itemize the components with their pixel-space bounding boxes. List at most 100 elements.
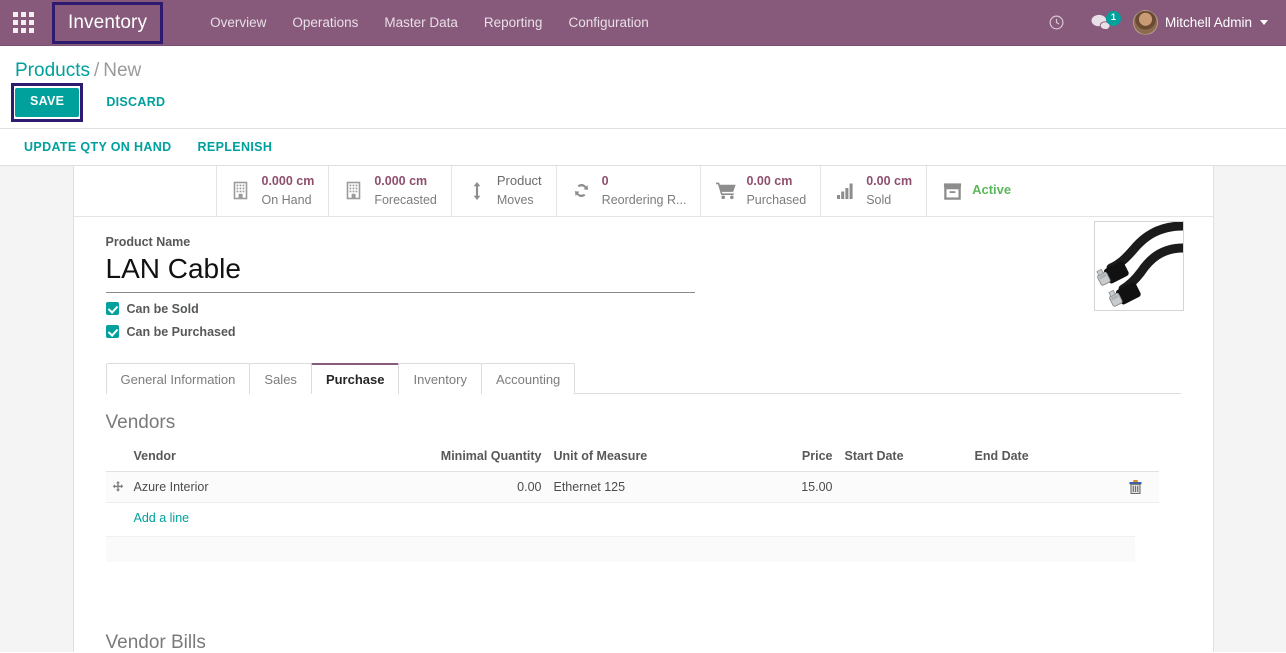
drag-handle-icon[interactable]	[112, 480, 128, 493]
breadcrumb-products-link[interactable]: Products	[15, 60, 90, 81]
stat-label-purchased: Purchased	[746, 192, 807, 207]
breadcrumb-current-record: New	[103, 60, 142, 81]
activity-menu-button[interactable]	[1035, 0, 1078, 46]
header-start-date[interactable]: Start Date	[838, 445, 969, 472]
menu-item-master-data[interactable]: Master Data	[371, 0, 471, 45]
stat-button-forecasted[interactable]: 0.000 cm Forecasted	[329, 165, 452, 216]
discard-button[interactable]: DISCARD	[95, 88, 176, 117]
stat-button-purchased[interactable]: 0.00 cm Purchased	[701, 165, 822, 216]
stat-value-on-hand: 0.000 cm	[261, 174, 315, 189]
header-price[interactable]: Price	[772, 445, 839, 472]
breadcrumb-separator: /	[93, 60, 100, 81]
archive-box-icon	[941, 182, 963, 200]
stat-value-active: Active	[972, 182, 1012, 198]
header-actions	[1128, 445, 1159, 472]
save-button-wrapper: SAVE	[11, 82, 84, 122]
stat-value-forecasted: 0.000 cm	[374, 174, 428, 189]
product-name-label: Product Name	[105, 234, 191, 249]
product-image[interactable]	[1093, 220, 1184, 311]
stat-button-reordering-rules[interactable]: 0 Reordering R...	[557, 165, 702, 216]
stat-spacer	[74, 165, 217, 216]
messages-count-badge: 1	[1105, 10, 1121, 26]
form-fields-area: Product Name Can be Sold Can be Purchase…	[74, 217, 1213, 652]
app-brand-wrapper: Inventory	[52, 1, 164, 44]
vendor-table-footer	[105, 535, 1135, 562]
tab-sales[interactable]: Sales	[249, 362, 312, 394]
user-menu-button[interactable]: Mitchell Admin	[1125, 0, 1274, 46]
vendor-pricelist-table: Vendor Minimal Quantity Unit of Measure …	[105, 445, 1159, 503]
stat-label-reordering-rules: Reordering R...	[601, 192, 687, 207]
tab-inventory[interactable]: Inventory	[398, 362, 482, 394]
apps-grid-icon	[12, 12, 34, 33]
cell-price[interactable]: 15.00	[772, 471, 839, 503]
header-unit-of-measure[interactable]: Unit of Measure	[547, 445, 773, 472]
stat-value-purchased: 0.00 cm	[746, 174, 793, 189]
checkbox-row-can-be-sold[interactable]: Can be Sold	[105, 302, 1181, 316]
stat-label-product-moves: Moves	[496, 192, 534, 207]
stat-button-sold[interactable]: 0.00 cm Sold	[821, 165, 928, 216]
building-icon	[231, 181, 253, 200]
add-a-line-button[interactable]: Add a line	[106, 503, 190, 525]
stat-button-active-archive[interactable]: Active	[927, 166, 1025, 216]
messaging-menu-button[interactable]: 1	[1078, 0, 1125, 46]
menu-item-configuration[interactable]: Configuration	[555, 0, 661, 45]
cell-end-date[interactable]	[968, 471, 1129, 503]
menu-item-overview[interactable]: Overview	[197, 0, 279, 45]
product-name-input[interactable]	[105, 250, 695, 293]
stat-value-sold: 0.00 cm	[866, 174, 913, 189]
table-row[interactable]: Azure Interior 0.00 Ethernet 125 15.00	[105, 471, 1159, 503]
building-icon	[343, 181, 365, 200]
header-handle	[105, 445, 128, 472]
vendor-table-body: Azure Interior 0.00 Ethernet 125 15.00	[105, 471, 1159, 503]
stat-button-product-moves[interactable]: Product Moves	[452, 165, 557, 216]
can-be-sold-checkbox[interactable]	[105, 302, 119, 316]
main-menu: Overview Operations Master Data Reportin…	[197, 0, 662, 45]
avatar	[1132, 10, 1158, 35]
header-minimal-quantity[interactable]: Minimal Quantity	[427, 445, 548, 472]
menu-item-operations[interactable]: Operations	[279, 0, 371, 45]
trash-icon[interactable]	[1129, 479, 1159, 494]
header-vendor[interactable]: Vendor	[127, 445, 428, 472]
can-be-purchased-checkbox[interactable]	[105, 325, 119, 339]
cell-start-date[interactable]	[838, 471, 969, 503]
replenish-button[interactable]: REPLENISH	[198, 140, 273, 154]
clock-icon	[1048, 14, 1065, 31]
header-end-date[interactable]: End Date	[968, 445, 1129, 472]
cell-vendor[interactable]: Azure Interior	[127, 471, 428, 503]
stat-button-on-hand[interactable]: 0.000 cm On Hand	[217, 165, 330, 216]
top-navbar: Inventory Overview Operations Master Dat…	[0, 0, 1286, 46]
tab-accounting[interactable]: Accounting	[480, 362, 576, 394]
cell-minimal-quantity[interactable]: 0.00	[427, 471, 548, 503]
stat-label-forecasted: Forecasted	[374, 192, 437, 207]
stat-value-product-moves: Product	[496, 173, 542, 189]
tab-general-information[interactable]: General Information	[105, 362, 251, 394]
row-delete-cell[interactable]	[1128, 471, 1159, 503]
breadcrumb: Products / New	[0, 46, 1286, 86]
stat-text-reordering-rules: 0 Reordering R...	[602, 172, 687, 209]
update-qty-on-hand-button[interactable]: UPDATE QTY ON HAND	[24, 140, 172, 154]
stat-text-on-hand: 0.000 cm On Hand	[262, 172, 315, 209]
notebook-tabs: General Information Sales Purchase Inven…	[105, 362, 1181, 395]
row-drag-handle-cell[interactable]	[105, 471, 128, 503]
stat-text-sold: 0.00 cm Sold	[866, 172, 912, 209]
menu-item-reporting[interactable]: Reporting	[471, 0, 556, 45]
cell-unit-of-measure[interactable]: Ethernet 125	[547, 471, 773, 503]
object-action-bar: UPDATE QTY ON HAND REPLENISH	[0, 128, 1286, 166]
stat-text-purchased: 0.00 cm Purchased	[746, 172, 806, 209]
form-sheet: 0.000 cm On Hand 0.000 cm Forecasted Pro…	[72, 165, 1214, 652]
product-flags: Can be Sold Can be Purchased	[105, 302, 1181, 339]
arrows-up-down-icon	[466, 181, 488, 201]
chevron-down-icon	[1260, 20, 1268, 25]
vendor-table-head: Vendor Minimal Quantity Unit of Measure …	[105, 445, 1159, 472]
tab-purchase[interactable]: Purchase	[310, 362, 400, 395]
save-button[interactable]: SAVE	[15, 87, 80, 117]
app-brand-inventory[interactable]: Inventory	[56, 7, 159, 39]
stat-value-reordering-rules: 0	[601, 174, 609, 189]
can-be-purchased-label: Can be Purchased	[126, 324, 236, 339]
vendor-table-header-row: Vendor Minimal Quantity Unit of Measure …	[105, 445, 1159, 472]
navbar-right-tools: 1 Mitchell Admin	[1035, 0, 1286, 46]
apps-menu-button[interactable]	[0, 0, 46, 46]
checkbox-row-can-be-purchased[interactable]: Can be Purchased	[105, 324, 1181, 339]
vendor-bills-section-title: Vendor Bills	[105, 631, 206, 652]
stat-label-sold: Sold	[866, 192, 892, 207]
